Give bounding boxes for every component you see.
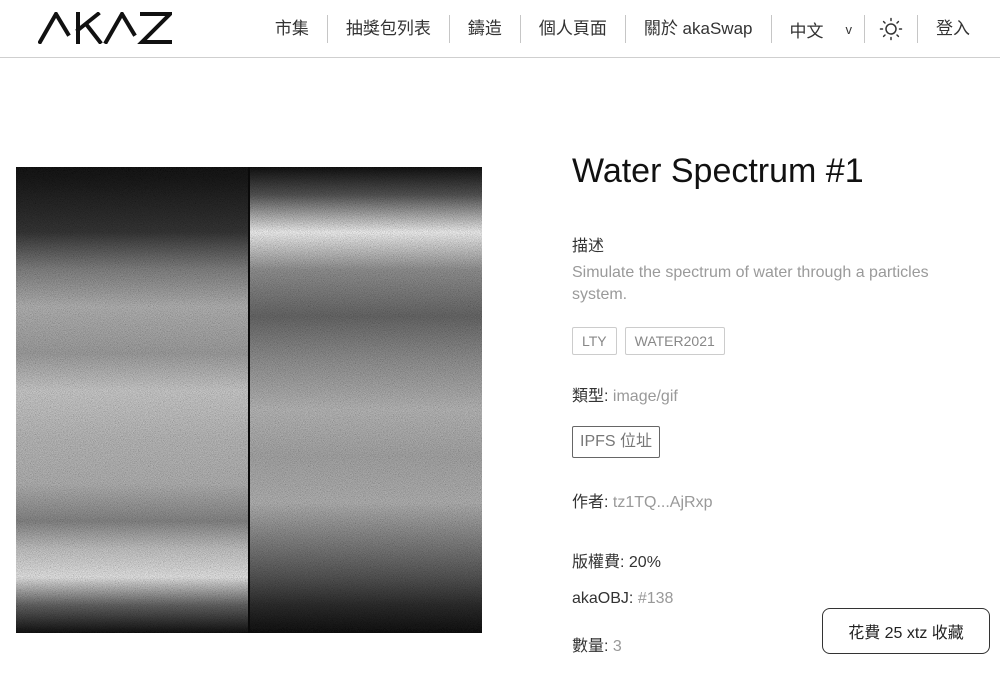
artwork-noise-graphic bbox=[16, 167, 482, 633]
theme-toggle-button[interactable] bbox=[865, 17, 917, 41]
royalty-value: 20% bbox=[628, 554, 661, 571]
ipfs-link-button[interactable]: IPFS 位址 bbox=[572, 426, 661, 458]
nav-marketplace[interactable]: 市集 bbox=[257, 18, 327, 40]
language-selector[interactable]: 中文 v bbox=[772, 17, 865, 42]
amount-value: 3 bbox=[612, 638, 622, 655]
token-title: Water Spectrum #1 bbox=[572, 152, 864, 190]
tag-list: LTY WATER2021 bbox=[572, 327, 725, 355]
type-label: 類型: bbox=[572, 388, 609, 405]
collect-button[interactable]: 花費 25 xtz 收藏 bbox=[822, 608, 990, 654]
description-label: 描述 bbox=[572, 238, 605, 255]
amount-row: 數量: 3 bbox=[572, 632, 622, 656]
akaswap-logo[interactable] bbox=[38, 12, 172, 44]
type-value: image/gif bbox=[612, 388, 678, 405]
royalty-label: 版權費: bbox=[572, 554, 625, 571]
main-nav: 市集 抽獎包列表 鑄造 個人頁面 關於 akaSwap 中文 v 登入 bbox=[257, 0, 988, 58]
akaobj-value: #138 bbox=[637, 590, 674, 607]
type-row: 類型: image/gif bbox=[572, 382, 678, 406]
author-address-link[interactable]: tz1TQ...AjRxp bbox=[613, 494, 713, 511]
royalty-row: 版權費: 20% bbox=[572, 548, 661, 572]
tag-chip[interactable]: WATER2021 bbox=[624, 327, 725, 355]
sun-icon bbox=[879, 17, 903, 41]
author-row: 作者: tz1TQ...AjRxp bbox=[572, 488, 712, 512]
author-label: 作者: bbox=[572, 494, 609, 511]
akaobj-label: akaOBJ: bbox=[572, 590, 634, 607]
nav-mint[interactable]: 鑄造 bbox=[450, 18, 520, 40]
akaobj-row: akaOBJ: #138 bbox=[572, 590, 673, 608]
artwork-image bbox=[16, 167, 482, 633]
tag-chip[interactable]: LTY bbox=[572, 327, 617, 355]
login-link[interactable]: 登入 bbox=[918, 18, 988, 40]
nav-bundles[interactable]: 抽獎包列表 bbox=[328, 18, 449, 40]
nav-profile[interactable]: 個人頁面 bbox=[521, 18, 625, 40]
language-label: 中文 bbox=[789, 21, 824, 41]
chevron-down-icon: v bbox=[845, 21, 853, 37]
description-text: Simulate the spectrum of water through a… bbox=[572, 264, 929, 303]
nav-about[interactable]: 關於 akaSwap bbox=[626, 18, 771, 40]
top-navigation-bar: 市集 抽獎包列表 鑄造 個人頁面 關於 akaSwap 中文 v 登入 bbox=[0, 0, 1000, 58]
amount-label: 數量: bbox=[572, 638, 609, 655]
